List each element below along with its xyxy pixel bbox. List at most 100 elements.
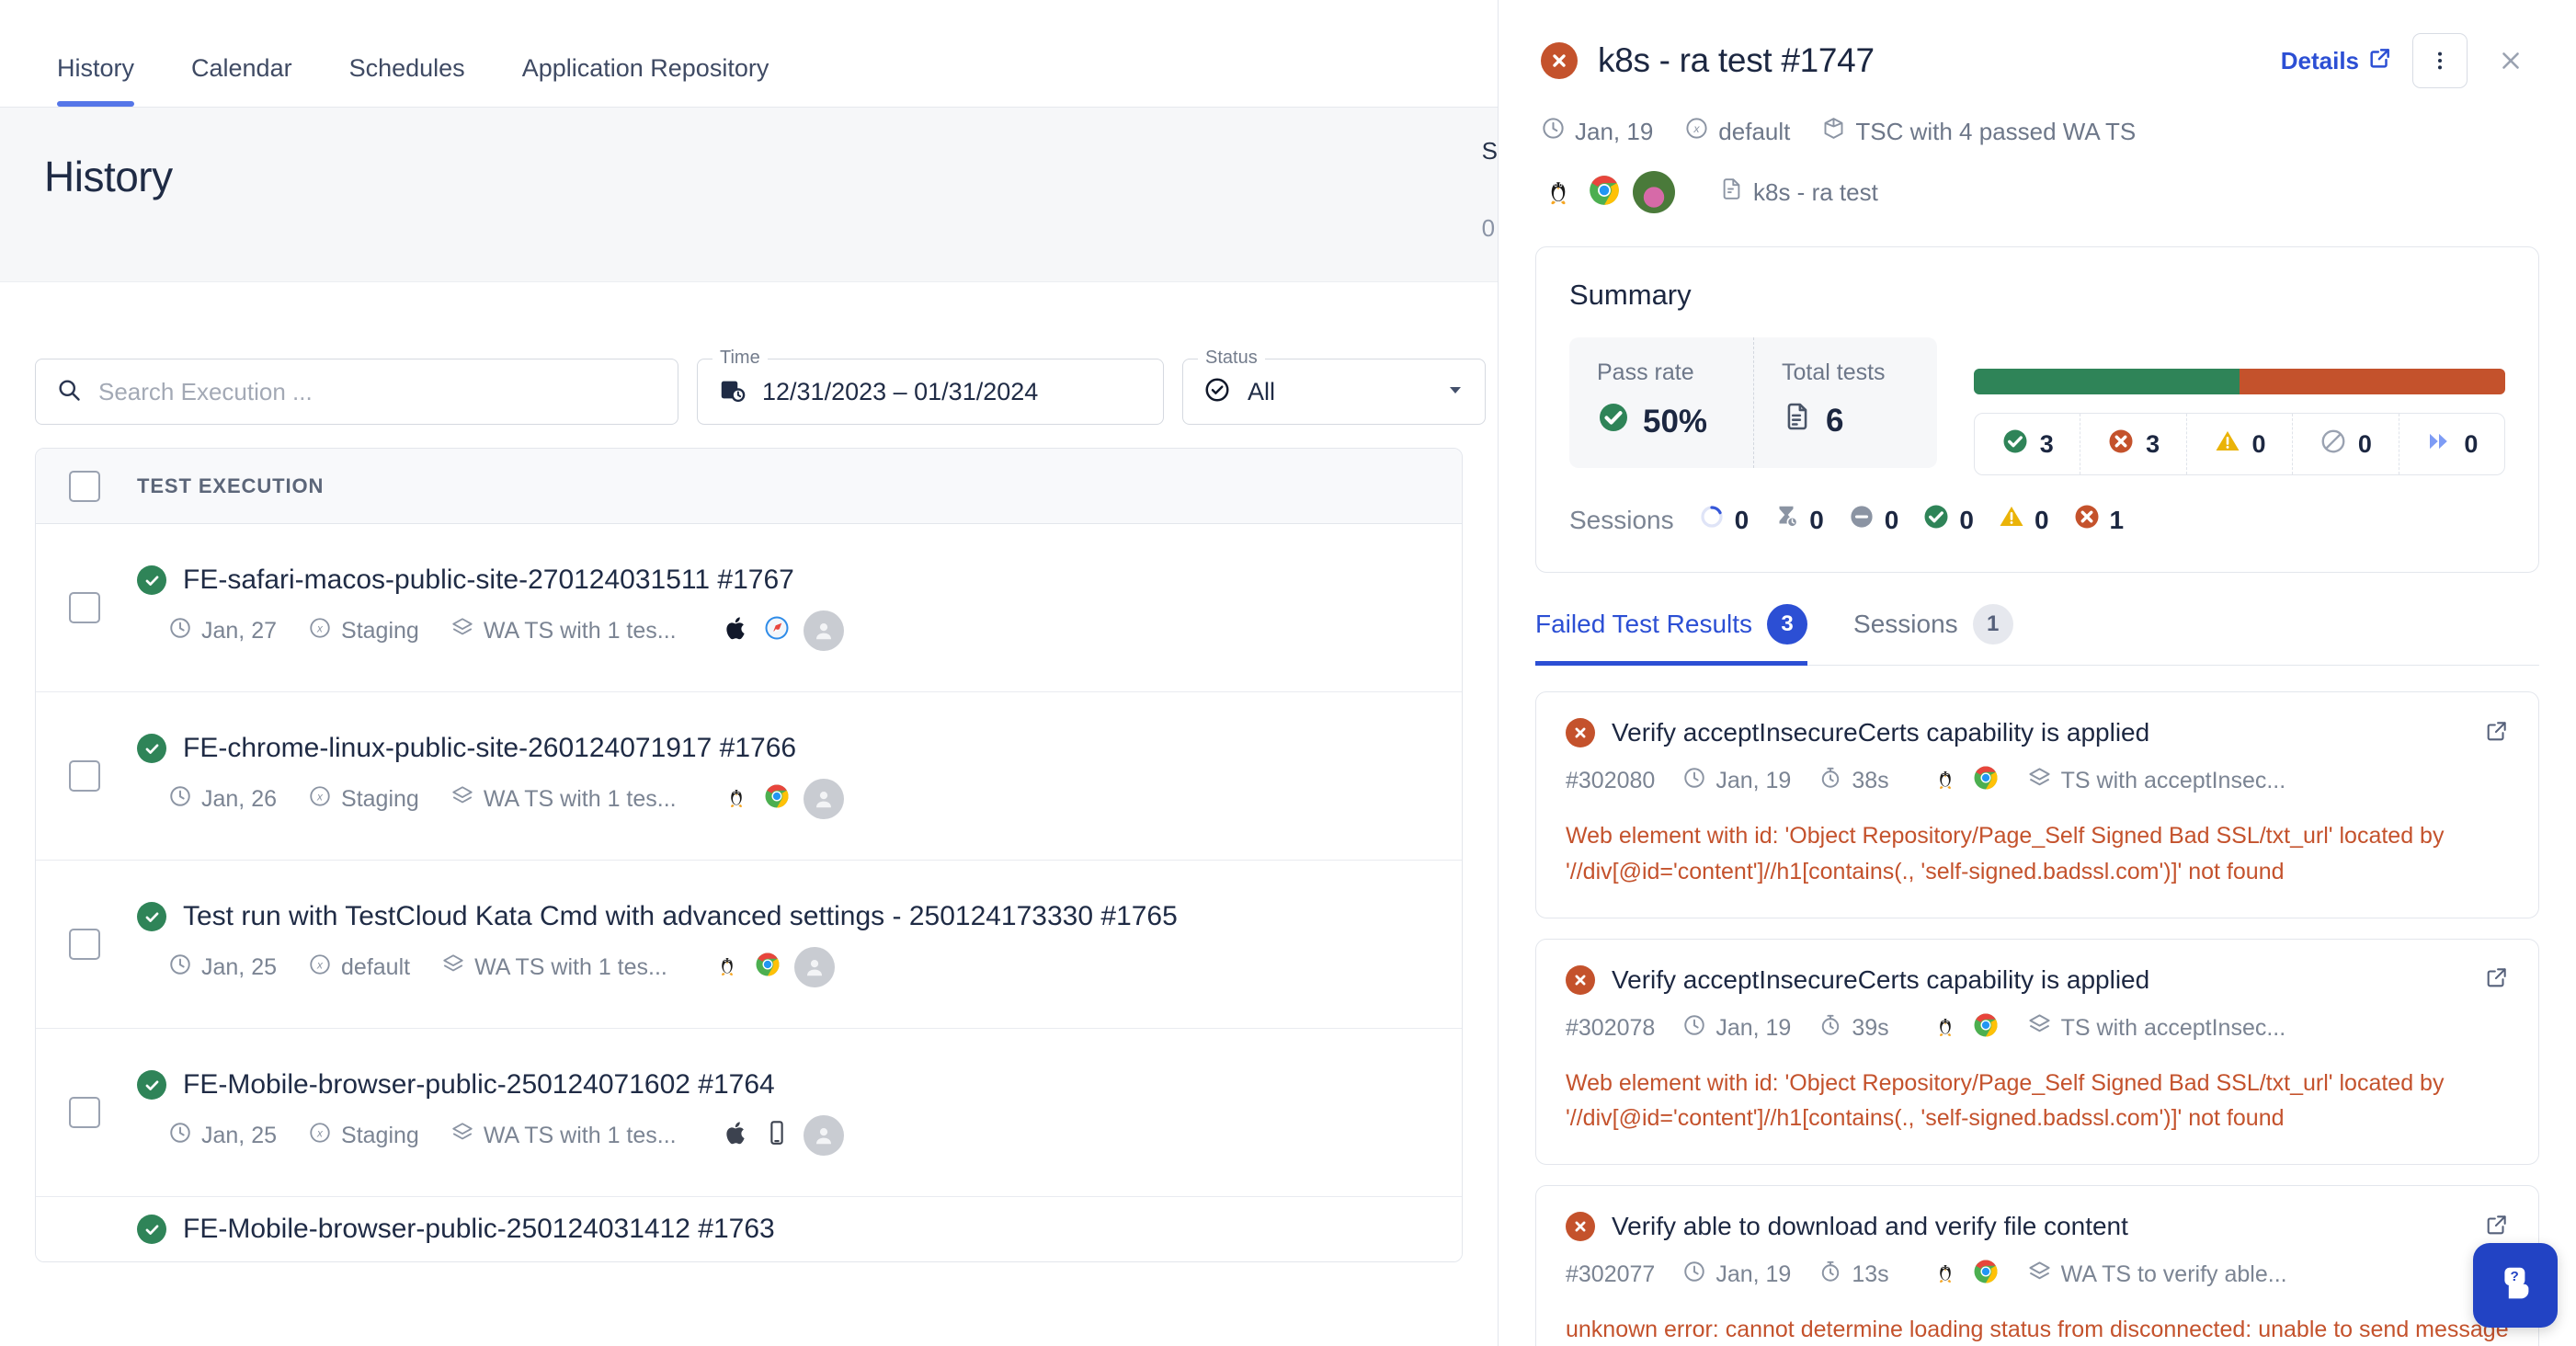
- status-failed-icon: [1566, 1212, 1595, 1241]
- tab-history[interactable]: History: [57, 54, 134, 107]
- more-options-button[interactable]: [2412, 33, 2468, 88]
- table-row[interactable]: Test run with TestCloud Kata Cmd with ad…: [36, 861, 1462, 1029]
- open-external-icon[interactable]: [2485, 719, 2509, 747]
- calendar-clock-icon: [718, 376, 746, 408]
- row-date: Jan, 25: [168, 1121, 277, 1151]
- row-env-text: Staging: [341, 1123, 419, 1149]
- status-passed-icon: [137, 902, 166, 931]
- chip-failed-value: 3: [2146, 430, 2160, 459]
- row-meta: Jan, 26 x Staging WA TS with 1 tes...: [137, 779, 844, 819]
- row-env-text: default: [341, 954, 410, 981]
- detail-date: Jan, 19: [1541, 116, 1653, 147]
- failed-test-card[interactable]: Verify acceptInsecureCerts capability is…: [1535, 939, 2539, 1166]
- row-checkbox[interactable]: [69, 592, 100, 623]
- table-header-row: TEST EXECUTION: [36, 449, 1462, 524]
- session-stat-waiting: 0: [1772, 503, 1824, 537]
- table-row[interactable]: FE-chrome-linux-public-site-260124071917…: [36, 692, 1462, 861]
- tab-sessions[interactable]: Sessions 1: [1853, 604, 2013, 665]
- chevron-down-icon[interactable]: [1444, 379, 1466, 405]
- row-suite: WA TS with 1 tes...: [450, 616, 677, 646]
- row-checkbox[interactable]: [69, 1097, 100, 1128]
- open-external-icon[interactable]: [2485, 965, 2509, 994]
- kpi-pass-rate-value: 50%: [1643, 404, 1707, 440]
- clock-icon: [168, 784, 192, 815]
- row-checkbox[interactable]: [69, 929, 100, 960]
- row-content: FE-Mobile-browser-public-250124031412 #1…: [137, 1214, 775, 1245]
- table-row[interactable]: FE-Mobile-browser-public-250124031412 #1…: [36, 1197, 1462, 1261]
- session-stat-warning-value: 0: [2035, 506, 2049, 535]
- row-checkbox[interactable]: [69, 760, 100, 792]
- tab-schedules-label: Schedules: [349, 54, 465, 82]
- tab-schedules[interactable]: Schedules: [349, 54, 465, 107]
- tab-application-repository[interactable]: Application Repository: [522, 54, 769, 107]
- close-panel-button[interactable]: [2488, 38, 2534, 84]
- select-all-checkbox[interactable]: [69, 471, 100, 502]
- failed-test-suite-text: TS with acceptInsec...: [2061, 768, 2286, 794]
- session-stat-passed: 0: [1922, 503, 1974, 537]
- chip-blocked-value: 0: [2358, 430, 2372, 459]
- clock-icon: [168, 952, 192, 983]
- failed-test-duration: 38s: [1818, 766, 1888, 796]
- row-platform-icons: [723, 610, 844, 651]
- row-suite-text: WA TS with 1 tes...: [484, 1123, 677, 1149]
- linux-icon: [723, 782, 750, 816]
- chip-warning: 0: [2186, 414, 2292, 474]
- row-suite-text: WA TS with 1 tes...: [474, 954, 667, 981]
- row-date: Jan, 26: [168, 784, 277, 815]
- failed-test-date-text: Jan, 19: [1715, 1015, 1791, 1042]
- row-date-text: Jan, 25: [201, 954, 277, 981]
- result-bars: 3 3 0 0: [1974, 337, 2505, 475]
- search-execution-box[interactable]: [35, 359, 678, 425]
- tab-calendar[interactable]: Calendar: [191, 54, 292, 107]
- bar-segment-fail: [2240, 369, 2505, 394]
- table-row[interactable]: FE-Mobile-browser-public-250124071602 #1…: [36, 1029, 1462, 1197]
- row-env: x Staging: [308, 616, 419, 646]
- clock-icon: [1682, 1013, 1706, 1044]
- clipped-right-text: S 0: [1482, 139, 1498, 240]
- chrome-icon: [1972, 1258, 2000, 1292]
- failed-test-date: Jan, 19: [1682, 766, 1791, 796]
- failed-test-card[interactable]: Verify able to download and verify file …: [1535, 1185, 2539, 1346]
- failed-test-suite-text: TS with acceptInsec...: [2061, 1015, 2286, 1042]
- document-icon: [1782, 401, 1813, 440]
- row-content: FE-safari-macos-public-site-270124031511…: [137, 565, 844, 651]
- row-title: FE-chrome-linux-public-site-260124071917…: [183, 733, 796, 764]
- x-circle-filled-icon: [2107, 428, 2135, 462]
- time-filter[interactable]: Time 12/31/2023 – 01/31/2024: [697, 359, 1164, 425]
- tab-failed-test-results-count: 3: [1767, 604, 1807, 644]
- details-link[interactable]: Details: [2281, 46, 2392, 76]
- chip-skipped-value: 0: [2464, 430, 2478, 459]
- detail-project-text: k8s - ra test: [1753, 178, 1878, 207]
- failed-test-error: unknown error: cannot determine loading …: [1566, 1312, 2509, 1346]
- table-row[interactable]: FE-safari-macos-public-site-270124031511…: [36, 524, 1462, 692]
- kpi-pass-rate-value-row: 50%: [1597, 401, 1718, 442]
- row-title-line: FE-Mobile-browser-public-250124031412 #1…: [137, 1214, 775, 1245]
- tab-sessions-label: Sessions: [1853, 610, 1958, 639]
- open-external-icon[interactable]: [2485, 1213, 2509, 1241]
- failed-test-title-row: Verify acceptInsecureCerts capability is…: [1566, 718, 2509, 747]
- failed-test-suite: TS with acceptInsec...: [2027, 766, 2286, 797]
- failed-test-platform-icons: [1932, 1011, 2000, 1045]
- failed-test-duration-text: 39s: [1852, 1015, 1888, 1042]
- search-input[interactable]: [98, 378, 657, 406]
- layers-icon: [2027, 766, 2052, 797]
- chip-skipped: 0: [2399, 414, 2504, 474]
- kpi-total-tests-label: Total tests: [1782, 359, 1902, 386]
- detail-tab-bar: Failed Test Results 3 Sessions 1: [1535, 604, 2539, 666]
- layers-icon: [450, 616, 474, 646]
- svg-text:?: ?: [2511, 1269, 2519, 1284]
- row-title: Test run with TestCloud Kata Cmd with ad…: [183, 901, 1178, 932]
- failed-test-card[interactable]: Verify acceptInsecureCerts capability is…: [1535, 691, 2539, 918]
- row-content: FE-chrome-linux-public-site-260124071917…: [137, 733, 844, 819]
- status-passed-icon: [137, 734, 166, 763]
- avatar: [804, 1115, 844, 1156]
- clock-icon: [1541, 116, 1566, 147]
- tab-failed-test-results[interactable]: Failed Test Results 3: [1535, 604, 1807, 665]
- failed-test-duration: 39s: [1818, 1013, 1888, 1044]
- layers-icon: [2027, 1012, 2052, 1044]
- status-filter[interactable]: Status All: [1182, 359, 1486, 425]
- detail-env: x default: [1684, 116, 1790, 147]
- help-chat-button[interactable]: ?: [2473, 1243, 2558, 1328]
- failed-test-title-row: Verify able to download and verify file …: [1566, 1212, 2509, 1241]
- chip-passed: 3: [1975, 414, 2080, 474]
